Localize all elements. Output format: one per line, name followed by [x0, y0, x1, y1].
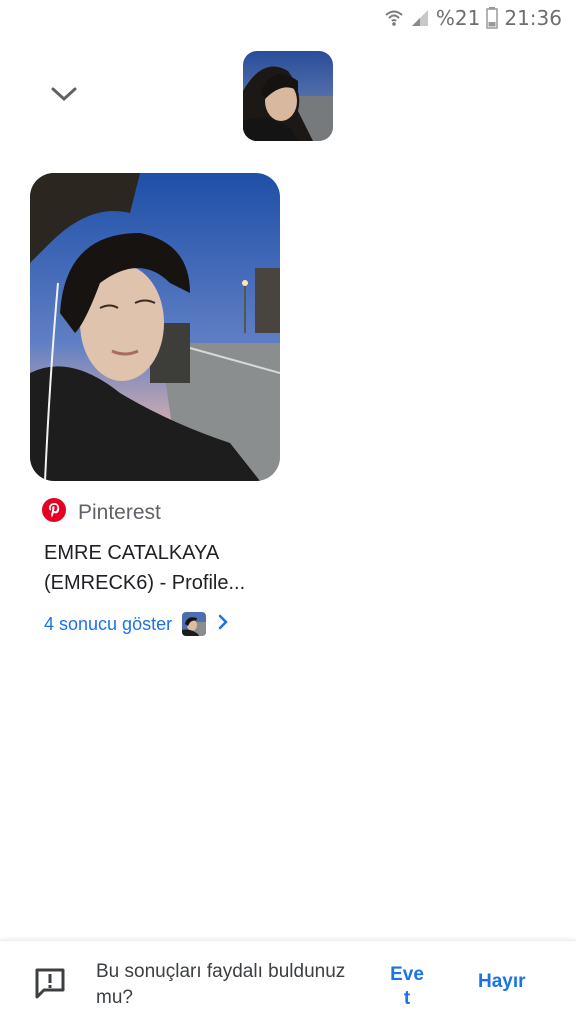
wifi-icon	[384, 8, 404, 28]
feedback-bar: Bu sonuçları faydalı buldunuz mu? Evet H…	[0, 940, 576, 1025]
result-title-line2: (EMRECK6) - Profile...	[44, 572, 246, 594]
result-image[interactable]	[30, 173, 280, 481]
status-bar: %21 21:36	[0, 0, 576, 40]
feedback-no-button[interactable]: Hayır	[478, 971, 526, 993]
feedback-question: Bu sonuçları faydalı buldunuz mu?	[96, 961, 346, 1008]
query-image-thumbnail[interactable]	[243, 51, 333, 141]
show-more-label: 4 sonucu göster	[44, 613, 173, 634]
chevron-right-icon	[216, 613, 230, 636]
clock: 21:36	[504, 6, 562, 30]
result-title-line1: EMRE CATALKAYA	[44, 542, 220, 564]
signal-icon	[410, 8, 430, 28]
status-icons: %21 21:36	[384, 6, 562, 30]
battery-percent: %21	[435, 6, 481, 30]
show-more-results-link[interactable]: 4 sonucu göster	[44, 612, 230, 636]
pinterest-logo-icon	[42, 498, 66, 527]
result-title[interactable]: EMRE CATALKAYA (EMRECK6) - Profile...	[44, 538, 304, 598]
chevron-down-icon	[50, 85, 78, 108]
battery-icon	[486, 7, 499, 29]
collapse-button[interactable]	[44, 76, 84, 116]
more-results-thumbnail	[182, 612, 207, 636]
feedback-icon	[32, 965, 68, 1006]
result-source: Pinterest	[42, 498, 161, 527]
feedback-yes-button[interactable]: Evet	[388, 963, 426, 1011]
source-name: Pinterest	[78, 500, 161, 524]
